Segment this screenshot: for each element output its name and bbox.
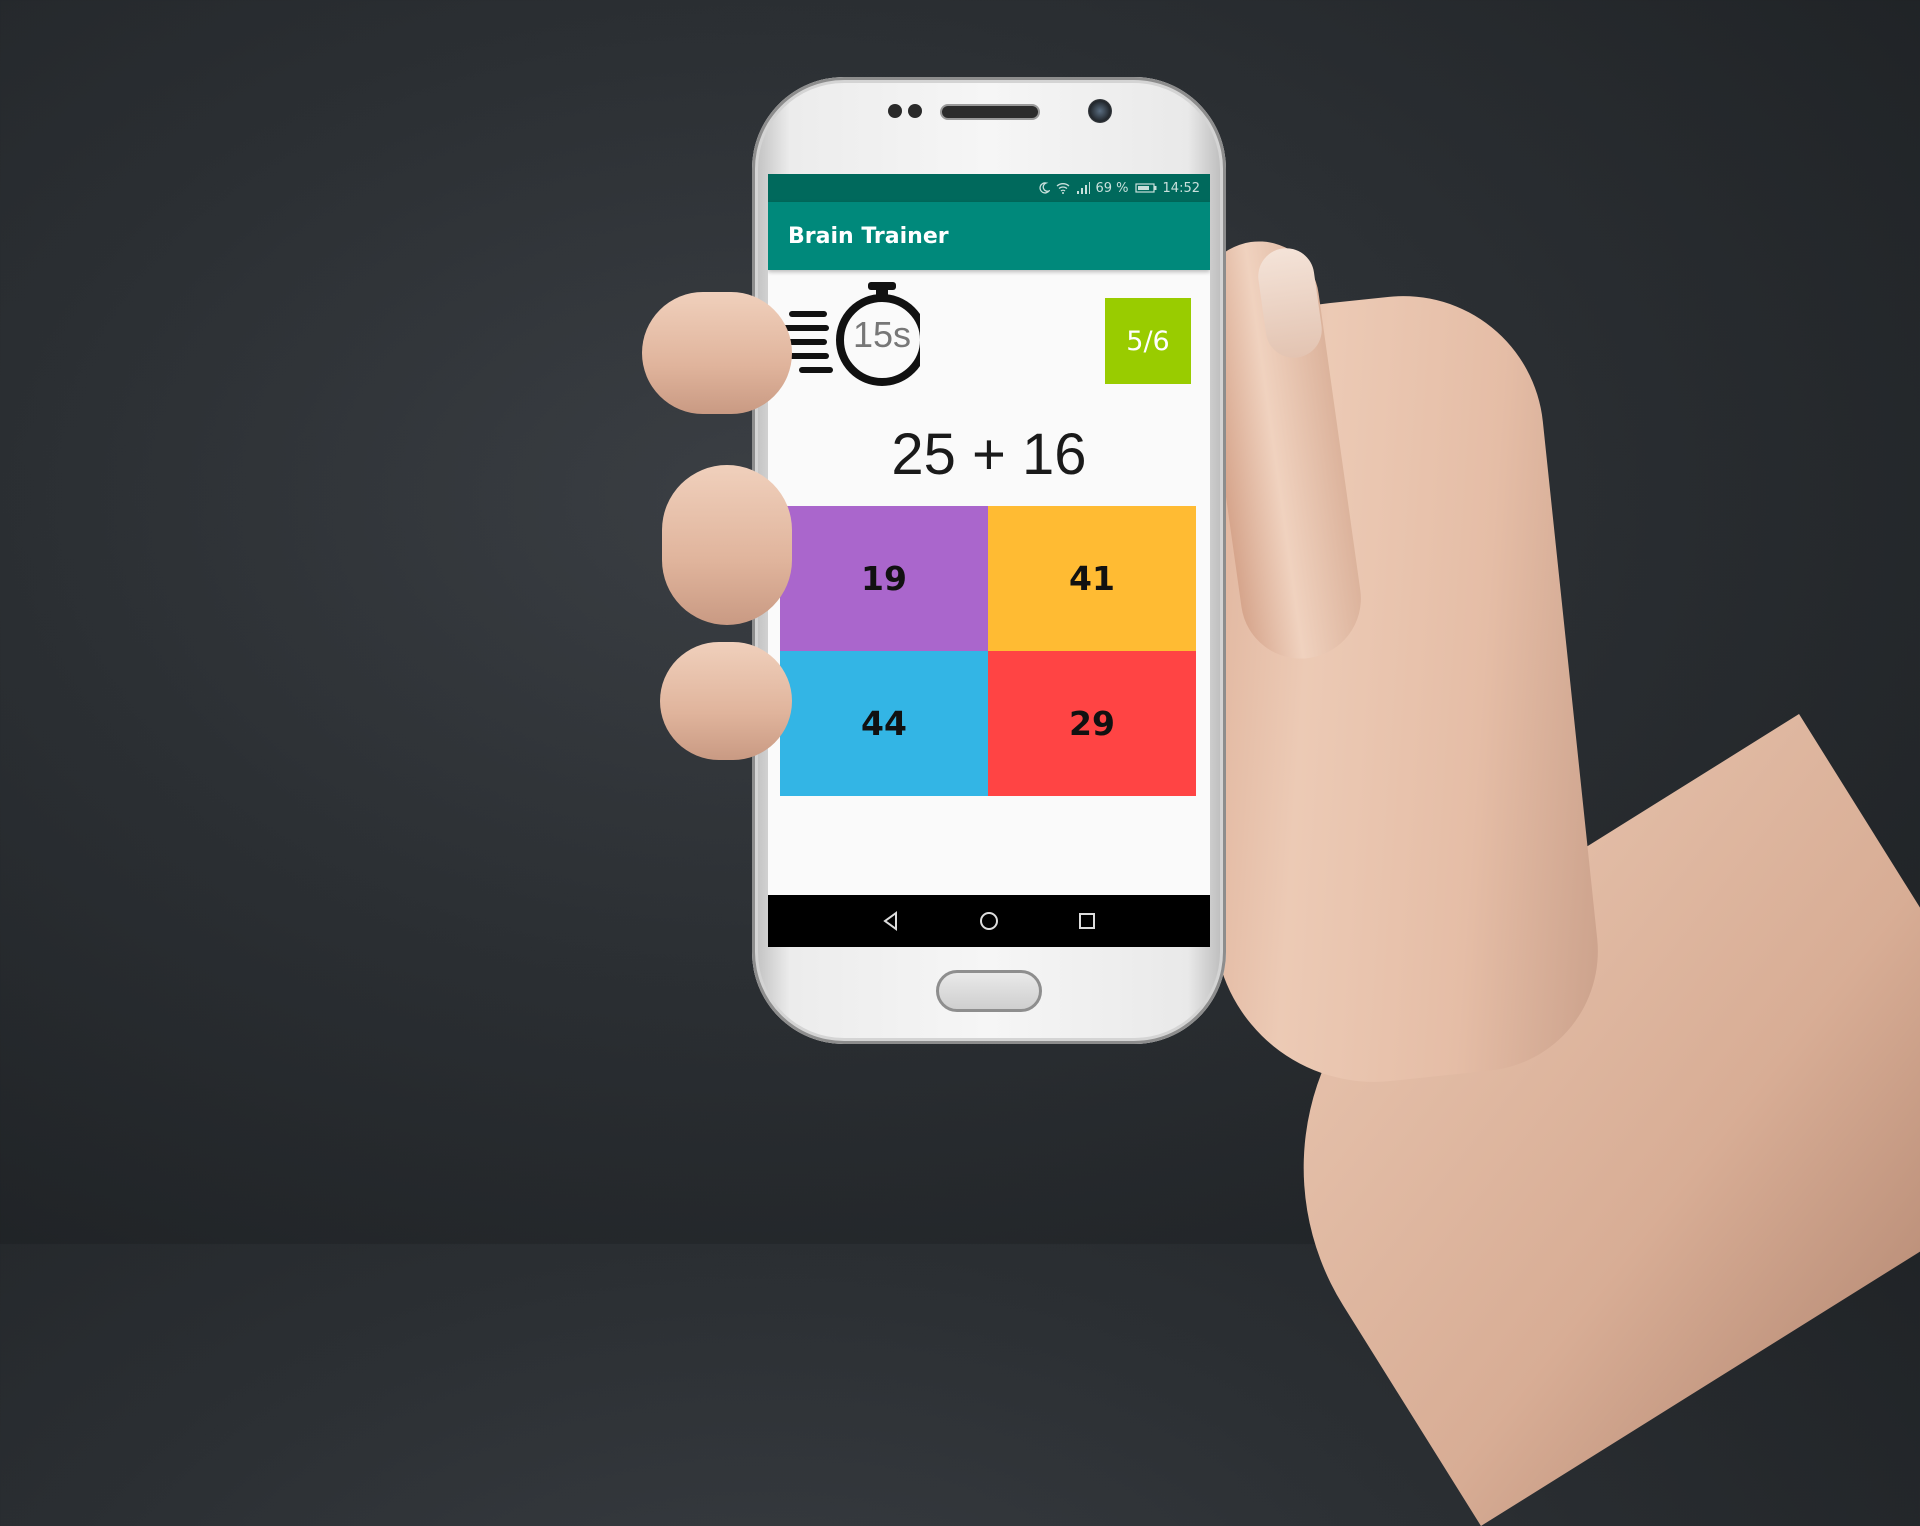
screen: 69 % 14:52 Brain Trainer 15s 5/6 25 + 16… [768,174,1210,947]
app-title: Brain Trainer [788,223,949,249]
home-button[interactable] [936,970,1042,1012]
proximity-sensor [888,104,902,118]
middle-finger [662,465,792,625]
ring-finger [660,642,792,760]
answer-button-2[interactable]: 41 [988,506,1196,651]
battery-icon [1134,182,1157,194]
answer-button-1[interactable]: 19 [780,506,988,651]
clock: 14:52 [1162,180,1200,196]
moon-icon [1038,182,1050,194]
wifi-icon [1056,182,1070,194]
timer-label: 15s [852,314,912,355]
answer-button-4[interactable]: 29 [988,651,1196,796]
front-camera-icon [1088,99,1112,123]
game-header: 15s 5/6 [768,270,1210,420]
status-bar: 69 % 14:52 [768,174,1210,202]
signal-icon [1076,182,1090,194]
recents-icon[interactable] [1076,910,1098,932]
index-finger [642,292,792,414]
battery-percent: 69 % [1095,180,1129,196]
light-sensor [908,104,922,118]
answer-grid: 19 41 44 29 [780,506,1196,796]
back-icon[interactable] [880,910,902,932]
question: 25 + 16 [891,422,1087,487]
app-bar: Brain Trainer [768,202,1210,270]
earpiece [940,104,1040,120]
timer: 15s [779,278,928,398]
navigation-bar [768,895,1210,947]
score-badge: 5/6 [1105,298,1191,384]
answer-button-3[interactable]: 44 [780,651,988,796]
phone: 69 % 14:52 Brain Trainer 15s 5/6 25 + 16… [752,77,1226,1044]
home-icon[interactable] [978,910,1000,932]
